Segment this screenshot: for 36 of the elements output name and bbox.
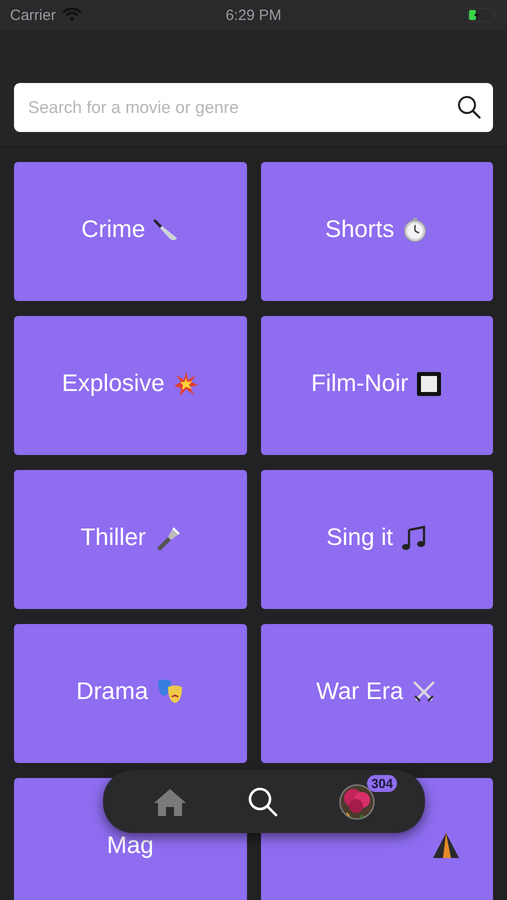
status-time: 6:29 PM [226, 6, 282, 24]
genre-tile[interactable]: Film-Noir [260, 316, 493, 455]
genre-label: Shorts [325, 216, 394, 244]
search-icon [247, 786, 279, 818]
search-tab[interactable] [247, 786, 279, 818]
knife-icon [153, 216, 180, 242]
genre-tile[interactable]: Sing it [260, 470, 493, 609]
home-icon [153, 786, 187, 816]
carrier-name: Carrier [10, 6, 56, 24]
notification-count: 304 [367, 775, 397, 792]
home-tab[interactable] [153, 786, 187, 816]
genre-tile[interactable]: Thiller [14, 470, 246, 609]
genre-label: Mag [106, 832, 154, 860]
crossed-swords-icon [411, 678, 438, 704]
genre-label: Thiller [80, 524, 146, 552]
genre-tile[interactable]: Shorts [260, 162, 493, 301]
genre-tile[interactable]: War Era [260, 624, 493, 763]
square-icon [416, 370, 442, 396]
explosion-icon [172, 370, 199, 396]
party-hat-icon [430, 830, 461, 860]
genre-label: Crime [81, 216, 146, 244]
theater-masks-icon [156, 678, 184, 706]
battery-icon [467, 8, 497, 22]
stopwatch-icon [402, 216, 428, 242]
genre-label: Drama [76, 678, 148, 706]
genre-label: Film-Noir [311, 370, 408, 398]
music-note-icon [401, 524, 428, 550]
genre-tile[interactable]: Explosive [14, 316, 246, 455]
wifi-icon [62, 8, 82, 22]
genre-label: Sing it [326, 524, 394, 552]
genre-label: War Era [316, 678, 404, 706]
search-icon[interactable] [457, 95, 481, 119]
genre-tile[interactable]: Crime [14, 162, 246, 301]
search-field[interactable]: Search for a movie or genre [14, 83, 493, 132]
genre-label: Explosive [62, 370, 165, 398]
genre-tile[interactable]: Drama [14, 624, 246, 763]
